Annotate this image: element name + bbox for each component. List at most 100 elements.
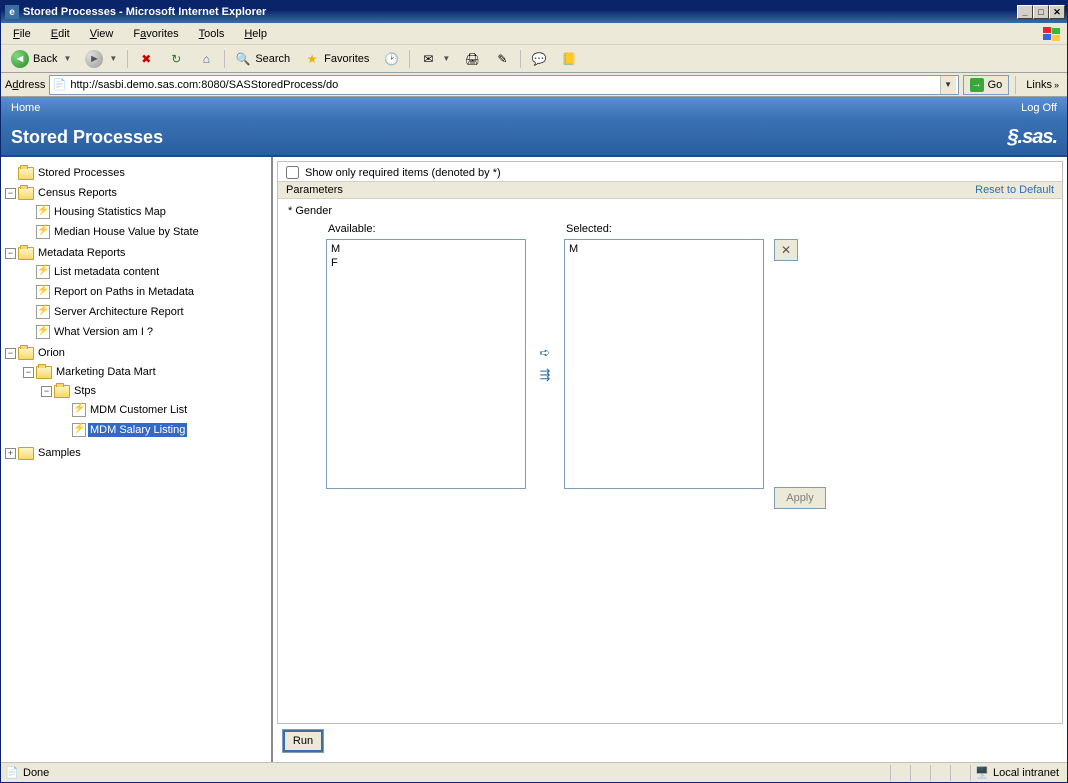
collapse-toggle[interactable]: − — [5, 188, 16, 199]
address-field[interactable]: 📄 http://sasbi.demo.sas.com:8080/SASStor… — [49, 75, 958, 95]
go-button[interactable]: → Go — [963, 75, 1010, 95]
remove-button[interactable]: ✕ — [774, 239, 798, 261]
available-listbox[interactable]: M F — [326, 239, 526, 489]
menu-favorites[interactable]: Favorites — [125, 26, 186, 42]
ie-icon: e — [5, 5, 19, 19]
content-panel: Show only required items (denoted by *) … — [273, 157, 1067, 762]
tree-panel: Stored Processes − Census Reports Housin… — [1, 157, 273, 762]
research-button[interactable]: 📒 — [555, 48, 583, 70]
collapse-toggle[interactable]: − — [23, 367, 34, 378]
tree-item[interactable]: Server Architecture Report — [52, 305, 186, 319]
windows-flag-icon — [1041, 25, 1063, 43]
collapse-toggle[interactable]: − — [41, 386, 52, 397]
tree-folder-samples[interactable]: Samples — [36, 446, 83, 460]
tree-folder-mdm[interactable]: Marketing Data Mart — [54, 365, 158, 379]
parameters-container: Show only required items (denoted by *) … — [277, 161, 1063, 724]
tree-folder-metadata[interactable]: Metadata Reports — [36, 246, 127, 260]
status-text: Done — [23, 767, 49, 779]
parameters-heading: Parameters — [286, 184, 343, 196]
tree-folder-orion[interactable]: Orion — [36, 346, 67, 360]
back-button[interactable]: ◄ Back ▼ — [5, 48, 77, 70]
page-icon: 📄 — [52, 78, 66, 92]
maximize-button[interactable]: □ — [1033, 5, 1049, 19]
collapse-toggle[interactable]: − — [5, 248, 16, 259]
stop-icon: ✖ — [138, 51, 154, 67]
history-button[interactable]: 🕑 — [377, 48, 405, 70]
tree-item[interactable]: Report on Paths in Metadata — [52, 285, 196, 299]
show-required-checkbox[interactable] — [286, 166, 299, 179]
refresh-icon: ↻ — [168, 51, 184, 67]
tree-item[interactable]: What Version am I ? — [52, 325, 155, 339]
expand-toggle[interactable]: + — [5, 448, 16, 459]
separator — [1015, 76, 1016, 94]
run-label: Run — [293, 735, 313, 747]
tree-item[interactable]: List metadata content — [52, 265, 161, 279]
menu-help[interactable]: Help — [236, 26, 275, 42]
history-icon: 🕑 — [383, 51, 399, 67]
menu-view[interactable]: View — [82, 26, 122, 42]
reset-to-default-link[interactable]: Reset to Default — [975, 184, 1054, 196]
tree-item[interactable]: MDM Customer List — [88, 403, 189, 417]
folder-icon — [18, 447, 34, 460]
stored-process-icon — [36, 305, 50, 319]
tree-folder-stps[interactable]: Stps — [72, 384, 98, 398]
search-icon: 🔍 — [235, 51, 251, 67]
list-item[interactable]: F — [329, 256, 523, 270]
move-right-button[interactable]: ➪ — [536, 345, 554, 361]
discuss-button[interactable]: 💬 — [525, 48, 553, 70]
menu-file[interactable]: File — [5, 26, 39, 42]
forward-button[interactable]: ► ▼ — [79, 48, 123, 70]
star-icon: ★ — [304, 51, 320, 67]
page-icon: 📄 — [5, 766, 19, 780]
move-all-right-button[interactable]: ⇶ — [536, 367, 554, 383]
mail-button[interactable]: ✉▼ — [414, 48, 456, 70]
addressbar: Address 📄 http://sasbi.demo.sas.com:8080… — [1, 73, 1067, 97]
zone-label: Local intranet — [993, 767, 1059, 779]
edit-button[interactable]: ✎ — [488, 48, 516, 70]
menu-tools[interactable]: Tools — [191, 26, 233, 42]
selected-listbox[interactable]: M — [564, 239, 764, 489]
home-icon: ⌂ — [198, 51, 214, 67]
home-button[interactable]: ⌂ — [192, 48, 220, 70]
tree-item[interactable]: Housing Statistics Map — [52, 205, 168, 219]
tree-root[interactable]: Stored Processes — [36, 166, 127, 180]
back-label: Back — [33, 53, 57, 65]
tree-folder-census[interactable]: Census Reports — [36, 186, 119, 200]
search-label: Search — [255, 53, 290, 65]
close-button[interactable]: ✕ — [1049, 5, 1065, 19]
dual-listbox: Available: M F ➪ ⇶ Selected: — [286, 221, 1054, 509]
home-link[interactable]: Home — [11, 102, 40, 114]
stop-button[interactable]: ✖ — [132, 48, 160, 70]
available-label: Available: — [326, 221, 526, 239]
toolbar: ◄ Back ▼ ► ▼ ✖ ↻ ⌂ 🔍 Search ★ Favorites … — [1, 45, 1067, 73]
refresh-button[interactable]: ↻ — [162, 48, 190, 70]
logoff-link[interactable]: Log Off — [1021, 102, 1057, 114]
folder-icon — [18, 347, 34, 360]
minimize-button[interactable]: _ — [1017, 5, 1033, 19]
links-menu[interactable]: Links » — [1022, 79, 1063, 91]
stored-process-icon — [36, 325, 50, 339]
chevron-down-icon: ▼ — [109, 54, 117, 63]
tree-item-selected[interactable]: MDM Salary Listing — [88, 423, 187, 437]
stored-process-icon — [36, 265, 50, 279]
run-button[interactable]: Run — [283, 730, 323, 752]
collapse-toggle[interactable]: − — [5, 348, 16, 359]
menu-edit[interactable]: Edit — [43, 26, 78, 42]
search-button[interactable]: 🔍 Search — [229, 48, 296, 70]
favorites-label: Favorites — [324, 53, 369, 65]
list-item[interactable]: M — [567, 242, 761, 256]
discuss-icon: 💬 — [531, 51, 547, 67]
close-icon: ✕ — [781, 243, 791, 257]
security-zone: 🖥️ Local intranet — [970, 765, 1063, 781]
address-dropdown[interactable]: ▼ — [940, 76, 956, 94]
required-toggle-row: Show only required items (denoted by *) — [278, 162, 1062, 181]
folder-icon — [36, 366, 52, 379]
list-item[interactable]: M — [329, 242, 523, 256]
print-button[interactable]: 🖨 — [458, 48, 486, 70]
status-cell — [930, 765, 948, 781]
stored-process-icon — [36, 205, 50, 219]
address-label: Address — [5, 79, 45, 91]
tree-item[interactable]: Median House Value by State — [52, 225, 201, 239]
favorites-button[interactable]: ★ Favorites — [298, 48, 375, 70]
apply-button[interactable]: Apply — [774, 487, 826, 509]
